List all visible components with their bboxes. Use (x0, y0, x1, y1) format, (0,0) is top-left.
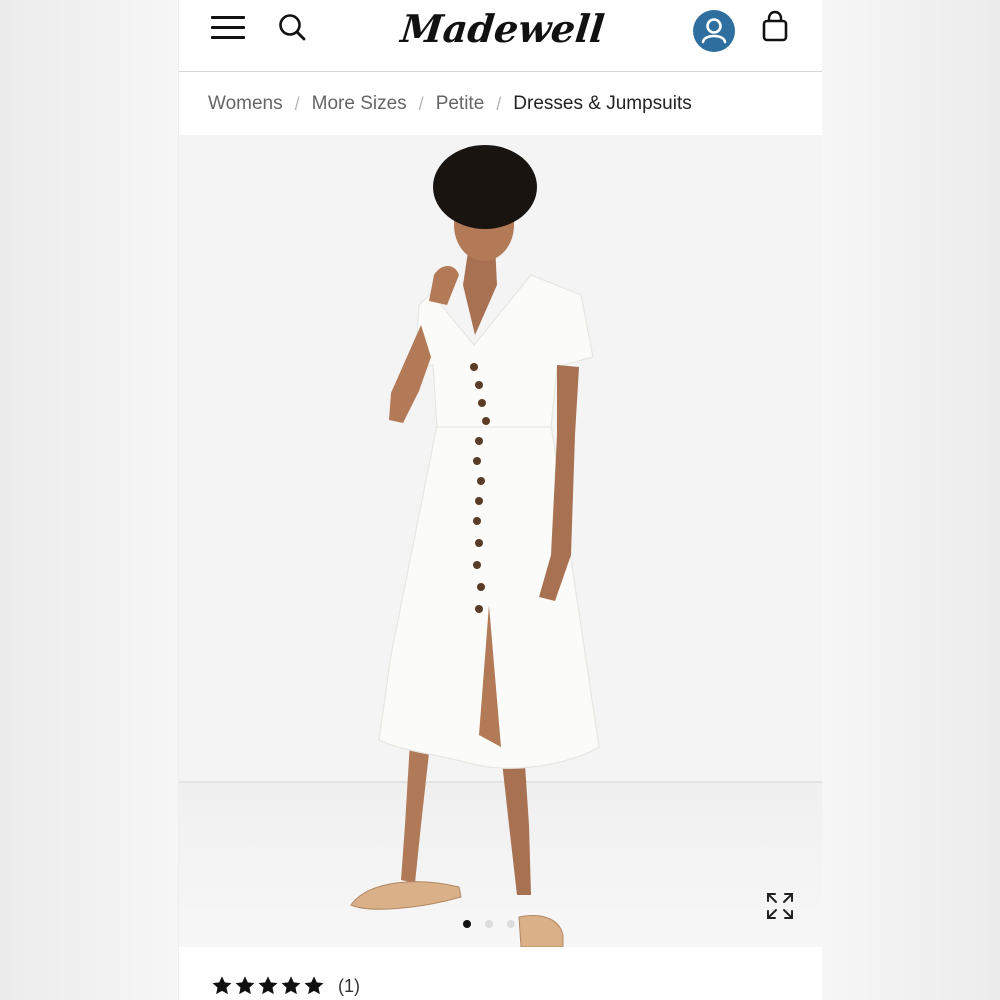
site-header: Madewell (179, 0, 822, 72)
breadcrumb: Womens / More Sizes / Petite / Dresses &… (179, 73, 822, 135)
product-rating[interactable]: (1) (211, 975, 360, 997)
gallery-dot[interactable] (485, 920, 493, 928)
model-illustration (350, 145, 600, 947)
mobile-page: Madewell Womens / More Sizes / Petite / … (179, 0, 822, 1000)
breadcrumb-separator: / (418, 93, 424, 114)
gallery-pagination (463, 920, 515, 928)
product-image[interactable] (179, 135, 822, 947)
star-icon (258, 976, 278, 995)
gallery-dot[interactable] (507, 920, 515, 928)
gallery-dot[interactable] (463, 920, 471, 928)
search-icon[interactable] (277, 10, 309, 44)
breadcrumb-womens[interactable]: Womens (208, 93, 283, 115)
shopping-bag-icon[interactable] (761, 10, 789, 42)
breadcrumb-petite[interactable]: Petite (436, 93, 485, 115)
breadcrumb-current: Dresses & Jumpsuits (513, 93, 692, 114)
breadcrumb-separator: / (496, 93, 502, 114)
user-account-icon[interactable] (693, 10, 735, 52)
breadcrumb-separator: / (294, 93, 300, 114)
hamburger-menu-icon[interactable] (211, 14, 245, 42)
madewell-logo[interactable]: Madewell (398, 4, 607, 54)
left-background (0, 0, 178, 1000)
star-icon (212, 976, 232, 995)
breadcrumb-more-sizes[interactable]: More Sizes (312, 93, 407, 115)
right-background (822, 0, 1000, 1000)
star-icon (235, 976, 255, 995)
star-icon (281, 976, 301, 995)
star-icon (304, 976, 324, 995)
expand-arrows-icon[interactable] (765, 891, 795, 921)
review-count[interactable]: (1) (338, 976, 360, 997)
